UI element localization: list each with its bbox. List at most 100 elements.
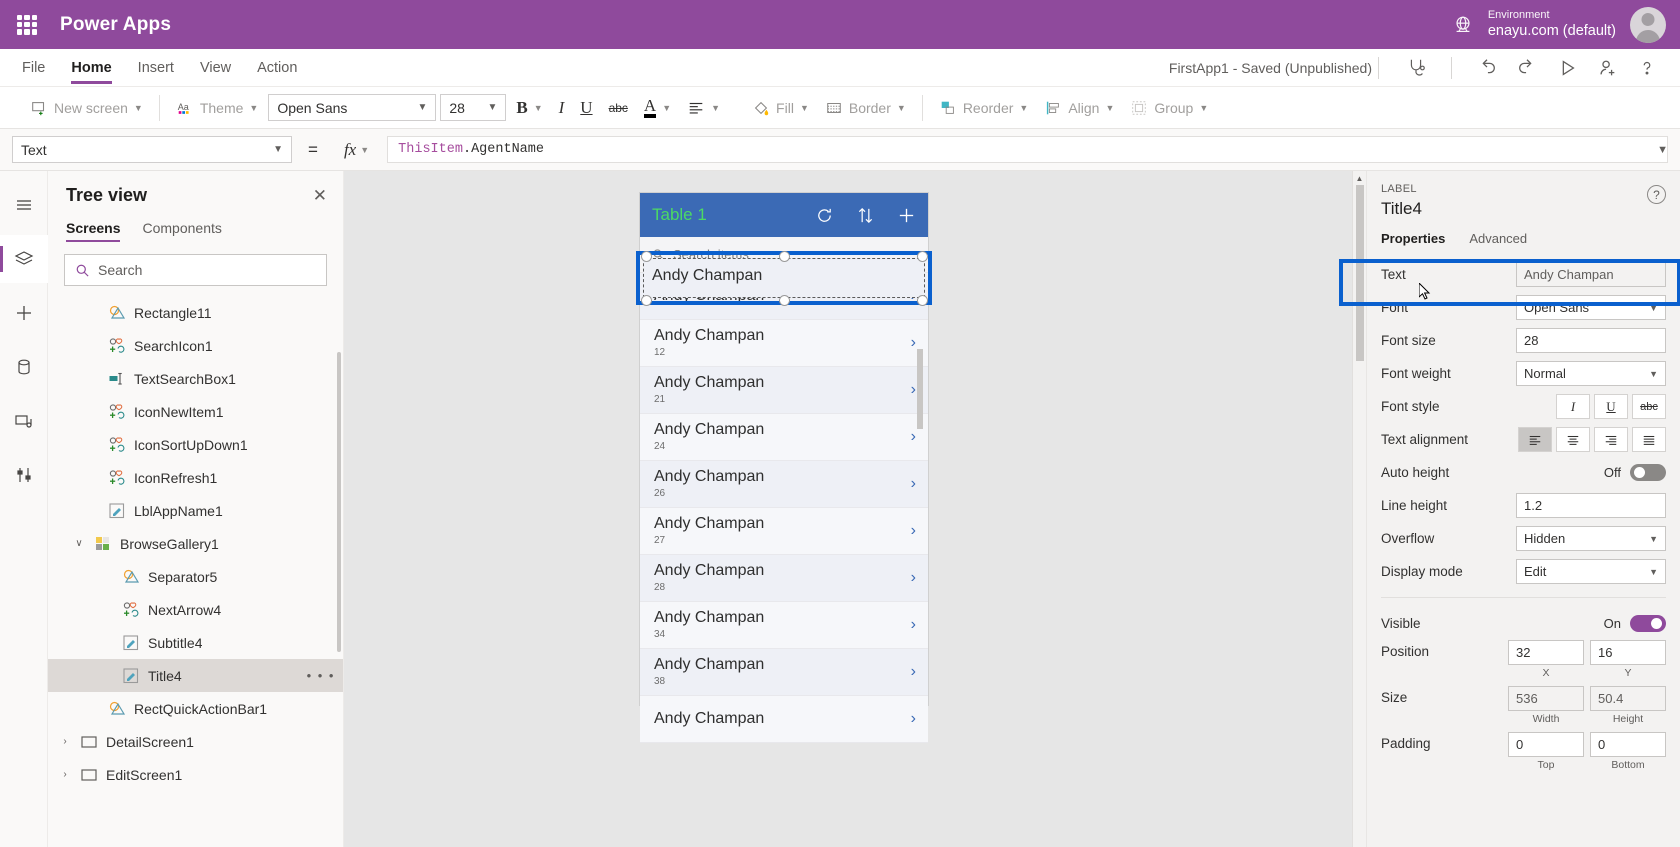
tree-item-more-icon[interactable]: • • • xyxy=(307,668,335,683)
redo-icon[interactable] xyxy=(1516,57,1538,79)
tree-item-nextarrow4[interactable]: NextArrow4 xyxy=(48,593,343,626)
gallery-item[interactable]: Andy Champan 12 › xyxy=(640,320,928,367)
tree-item-iconrefresh1[interactable]: IconRefresh1 xyxy=(48,461,343,494)
bold-button[interactable]: B ▼ xyxy=(510,94,548,122)
tree-item-lblappname1[interactable]: LblAppName1 xyxy=(48,494,343,527)
property-select[interactable]: Text ▼ xyxy=(12,136,292,163)
underline-button[interactable]: U xyxy=(574,94,598,122)
tree-item-rectangle11[interactable]: Rectangle11 xyxy=(48,296,343,329)
app-title-label[interactable]: Table 1 xyxy=(652,205,707,225)
resize-handle[interactable] xyxy=(640,295,652,307)
font-size-select[interactable]: 28 ▼ xyxy=(440,94,507,121)
formula-input[interactable]: ThisItem. AgentName xyxy=(387,136,1668,163)
tree-item-iconsortupdown1[interactable]: IconSortUpDown1 xyxy=(48,428,343,461)
play-icon[interactable] xyxy=(1556,57,1578,79)
size-width-field[interactable]: 536 xyxy=(1508,686,1584,711)
overflow-select[interactable]: Hidden ▼ xyxy=(1516,526,1666,551)
tab-screens[interactable]: Screens xyxy=(66,220,121,242)
gallery-item[interactable]: Andy Champan 24 › xyxy=(640,414,928,461)
menu-item-insert[interactable]: Insert xyxy=(138,49,174,86)
chevron-right-icon[interactable]: › xyxy=(58,769,72,780)
align-justify-icon[interactable] xyxy=(1632,427,1666,452)
resize-handle[interactable] xyxy=(917,250,929,262)
text-field[interactable]: Andy Champan xyxy=(1516,262,1666,287)
padding-top-field[interactable]: 0 xyxy=(1508,732,1584,757)
next-arrow-icon[interactable]: › xyxy=(911,710,916,728)
environment-selector[interactable]: Environment enayu.com (default) xyxy=(1488,9,1616,41)
menu-item-action[interactable]: Action xyxy=(257,49,297,86)
tree-item-list[interactable]: Rectangle11 SearchIcon1 TextSearchBox1 Icon… xyxy=(48,292,343,847)
app-canvas[interactable]: Table 1 Search items Andy Champan 12 › A… xyxy=(344,171,1352,847)
gallery-item[interactable]: Andy Champan › xyxy=(640,696,928,743)
browse-gallery[interactable]: Andy Champan›Andy Champan12›Andy Champan… xyxy=(640,273,928,743)
help-icon[interactable] xyxy=(1636,57,1658,79)
gallery-item[interactable]: Andy Champan 27 › xyxy=(640,508,928,555)
media-icon[interactable] xyxy=(0,397,48,445)
search-input[interactable]: Search xyxy=(64,254,327,286)
tree-item-subtitle4[interactable]: Subtitle4 xyxy=(48,626,343,659)
properties-scrollbar[interactable]: ▲ xyxy=(1353,171,1367,847)
border-button[interactable]: Border ▼ xyxy=(819,95,912,121)
visible-toggle[interactable] xyxy=(1630,615,1666,632)
waffle-grid-icon[interactable] xyxy=(14,12,40,38)
gallery-item[interactable]: Andy Champan 21 › xyxy=(640,367,928,414)
tree-scrollbar[interactable] xyxy=(337,352,341,652)
avatar[interactable] xyxy=(1630,6,1666,43)
gallery-item[interactable]: Andy Champan 34 › xyxy=(640,602,928,649)
position-x-field[interactable]: 32 xyxy=(1508,640,1584,665)
line-height-field[interactable]: 1.2 xyxy=(1516,493,1666,518)
tree-item-title4[interactable]: Title4 • • • xyxy=(48,659,343,692)
chevron-down-icon[interactable]: ∨ xyxy=(72,538,86,549)
app-brand-title[interactable]: Power Apps xyxy=(60,14,171,36)
undo-icon[interactable] xyxy=(1476,57,1498,79)
gallery-item[interactable]: Andy Champan 28 › xyxy=(640,555,928,602)
insert-icon[interactable] xyxy=(0,289,48,337)
fill-button[interactable]: Fill ▼ xyxy=(746,95,815,121)
padding-bottom-field[interactable]: 0 xyxy=(1590,732,1666,757)
selection-box[interactable]: Andy Champan xyxy=(636,250,932,307)
tree-item-rectquickactionbar1[interactable]: RectQuickActionBar1 xyxy=(48,692,343,725)
menu-item-view[interactable]: View xyxy=(200,49,231,86)
menu-item-file[interactable]: File xyxy=(22,49,45,86)
font-select[interactable]: Open Sans ▼ xyxy=(1516,295,1666,320)
help-icon[interactable]: ? xyxy=(1647,185,1666,204)
add-icon[interactable] xyxy=(897,206,916,225)
resize-handle[interactable] xyxy=(640,250,652,262)
sort-icon[interactable] xyxy=(856,206,875,225)
auto-height-toggle[interactable] xyxy=(1630,464,1666,481)
gallery-item[interactable]: Andy Champan 38 › xyxy=(640,649,928,696)
tree-item-detailscreen1[interactable]: › DetailScreen1 xyxy=(48,725,343,758)
strikethrough-toggle[interactable]: abc xyxy=(1632,394,1666,419)
align-button[interactable]: Align ▼ xyxy=(1038,95,1120,121)
align-left-icon[interactable] xyxy=(1518,427,1552,452)
group-button[interactable]: Group ▼ xyxy=(1124,95,1214,121)
tree-item-iconnewitem1[interactable]: IconNewItem1 xyxy=(48,395,343,428)
advanced-tools-icon[interactable] xyxy=(0,451,48,499)
position-y-field[interactable]: 16 xyxy=(1590,640,1666,665)
app-checker-icon[interactable] xyxy=(1405,57,1427,79)
tree-item-separator5[interactable]: Separator5 xyxy=(48,560,343,593)
font-family-select[interactable]: Open Sans ▼ xyxy=(268,94,437,121)
gallery-item[interactable]: Andy Champan 26 › xyxy=(640,461,928,508)
close-icon[interactable]: ✕ xyxy=(313,187,327,204)
tab-properties[interactable]: Properties xyxy=(1381,231,1445,246)
tree-item-textsearchbox1[interactable]: TextSearchBox1 xyxy=(48,362,343,395)
resize-handle[interactable] xyxy=(779,250,790,262)
display-mode-select[interactable]: Edit ▼ xyxy=(1516,559,1666,584)
data-icon[interactable] xyxy=(0,343,48,391)
formula-expand-toggle[interactable]: ▼ xyxy=(1657,144,1668,156)
fx-button[interactable]: fx ▼ xyxy=(334,140,377,160)
resize-handle[interactable] xyxy=(779,295,790,307)
new-screen-button[interactable]: New screen ▼ xyxy=(24,95,149,121)
tab-advanced[interactable]: Advanced xyxy=(1469,231,1527,246)
chevron-right-icon[interactable]: › xyxy=(58,736,72,747)
text-align-button[interactable]: ▼ xyxy=(681,95,726,121)
align-center-icon[interactable] xyxy=(1556,427,1590,452)
menu-item-home[interactable]: Home xyxy=(71,49,112,86)
resize-handle[interactable] xyxy=(917,295,929,307)
strikethrough-button[interactable]: abc xyxy=(603,97,634,119)
underline-toggle[interactable]: U xyxy=(1594,394,1628,419)
refresh-icon[interactable] xyxy=(815,206,834,225)
font-weight-select[interactable]: Normal ▼ xyxy=(1516,361,1666,386)
align-right-icon[interactable] xyxy=(1594,427,1628,452)
